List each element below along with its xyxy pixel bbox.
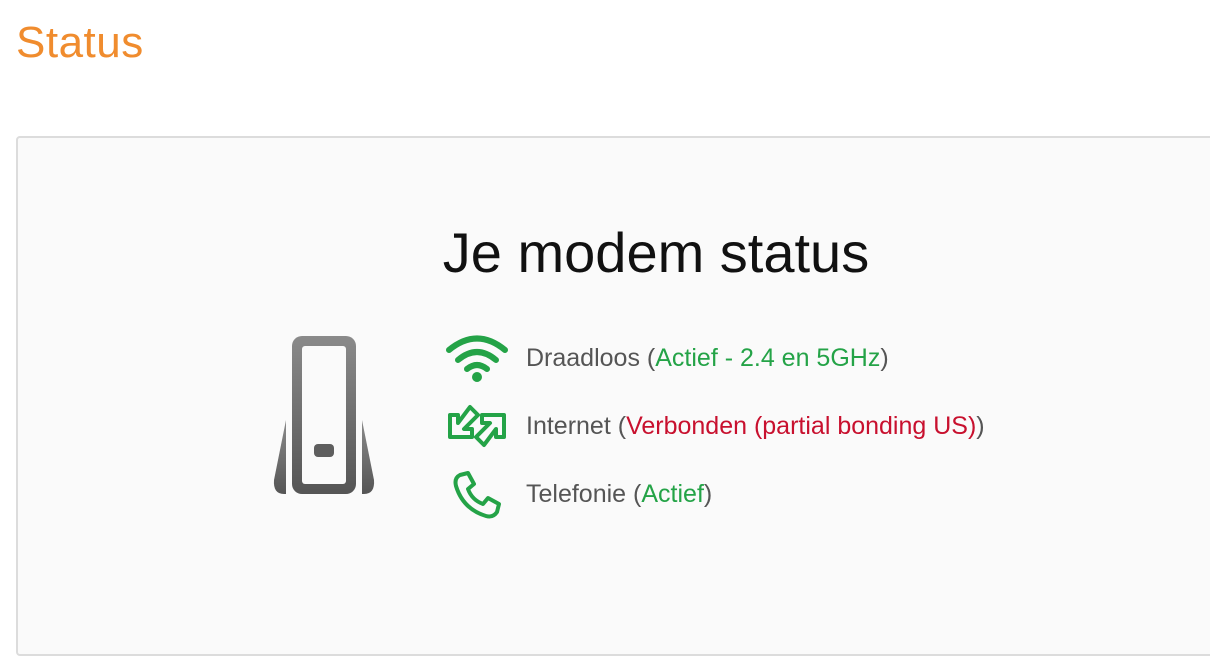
status-state: Actief - 2.4 en 5GHz — [655, 343, 881, 372]
status-item-internet: Internet (Verbonden (partial bonding US)… — [446, 392, 985, 460]
status-list: Draadloos (Actief - 2.4 en 5GHz) Interne… — [446, 324, 985, 528]
open-paren: ( — [610, 411, 627, 440]
page-title: Status — [16, 18, 144, 67]
open-paren: ( — [639, 343, 656, 372]
status-state: Verbonden (partial bonding US) — [626, 411, 977, 440]
internet-arrows-icon — [446, 401, 508, 451]
status-state: Actief — [641, 479, 704, 508]
status-item-telephony: Telefonie (Actief) — [446, 460, 985, 528]
status-text-internet: Internet (Verbonden (partial bonding US)… — [526, 412, 985, 441]
status-label: Draadloos — [526, 343, 640, 372]
modem-icon — [272, 334, 376, 501]
open-paren: ( — [626, 479, 642, 508]
modem-status-panel: Je modem status Draadloos (Actief - 2.4 … — [16, 136, 1210, 656]
close-paren: ) — [880, 343, 889, 372]
wifi-icon — [446, 333, 508, 383]
phone-icon — [446, 469, 508, 519]
status-label: Internet — [526, 411, 611, 440]
panel-heading: Je modem status — [442, 221, 870, 284]
status-text-telephony: Telefonie (Actief) — [526, 480, 712, 509]
status-text-wireless: Draadloos (Actief - 2.4 en 5GHz) — [526, 344, 889, 373]
status-label: Telefonie — [526, 479, 627, 508]
status-item-wireless: Draadloos (Actief - 2.4 en 5GHz) — [446, 324, 985, 392]
close-paren: ) — [976, 411, 985, 440]
close-paren: ) — [703, 479, 713, 508]
